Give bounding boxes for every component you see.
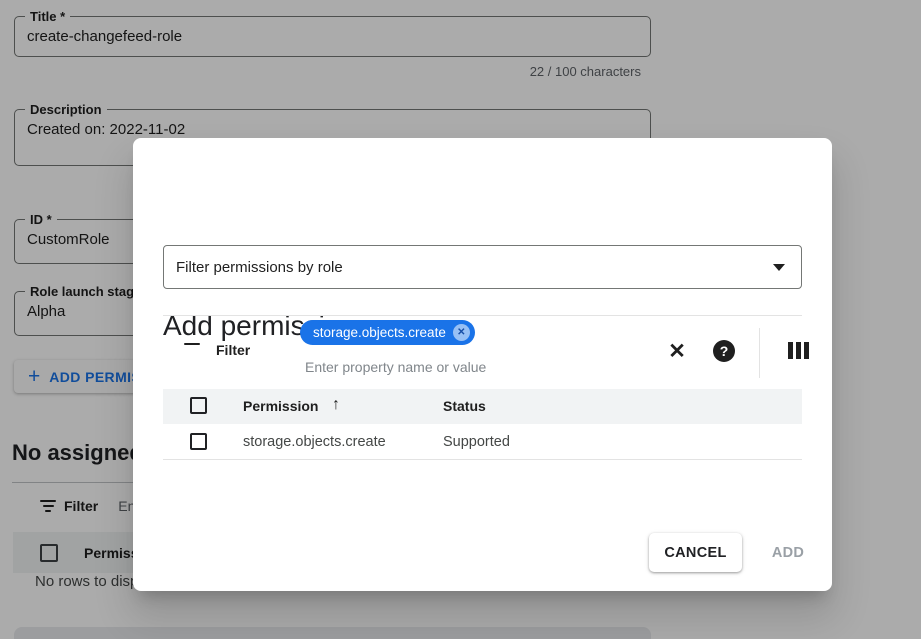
filter-chip-text: storage.objects.create xyxy=(313,325,446,340)
cell-status: Supported xyxy=(443,434,510,450)
cancel-button[interactable]: CANCEL xyxy=(649,533,742,572)
divider xyxy=(759,328,760,378)
column-status[interactable]: Status xyxy=(443,398,486,414)
permissions-filter-toolbar: Filter storage.objects.create ✕ ✕ ? xyxy=(163,315,802,389)
add-button[interactable]: ADD xyxy=(758,533,818,572)
remove-chip-icon[interactable]: ✕ xyxy=(453,324,470,341)
filter-chip[interactable]: storage.objects.create ✕ xyxy=(300,320,475,345)
role-filter-select-value: Filter permissions by role xyxy=(176,259,773,276)
column-permission[interactable]: Permission xyxy=(243,398,318,414)
chevron-down-icon xyxy=(773,264,785,271)
column-options-icon[interactable] xyxy=(787,342,809,360)
clear-filters-icon[interactable]: ✕ xyxy=(663,338,691,366)
table-row[interactable]: storage.objects.create Supported xyxy=(163,424,802,460)
page: Title * create-changefeed-role 22 / 100 … xyxy=(0,0,921,639)
select-all-checkbox[interactable] xyxy=(190,397,207,414)
row-checkbox[interactable] xyxy=(190,433,207,450)
filter-label: Filter xyxy=(216,342,250,358)
permissions-table-header: Permission ↑ Status xyxy=(163,389,802,424)
cell-permission: storage.objects.create xyxy=(243,434,386,450)
add-permissions-dialog: Add permissions Filter permissions by ro… xyxy=(133,138,832,591)
role-filter-select[interactable]: Filter permissions by role xyxy=(163,245,802,289)
help-icon[interactable]: ? xyxy=(713,340,735,362)
filter-input[interactable] xyxy=(305,356,565,378)
sort-ascending-icon[interactable]: ↑ xyxy=(332,396,340,414)
